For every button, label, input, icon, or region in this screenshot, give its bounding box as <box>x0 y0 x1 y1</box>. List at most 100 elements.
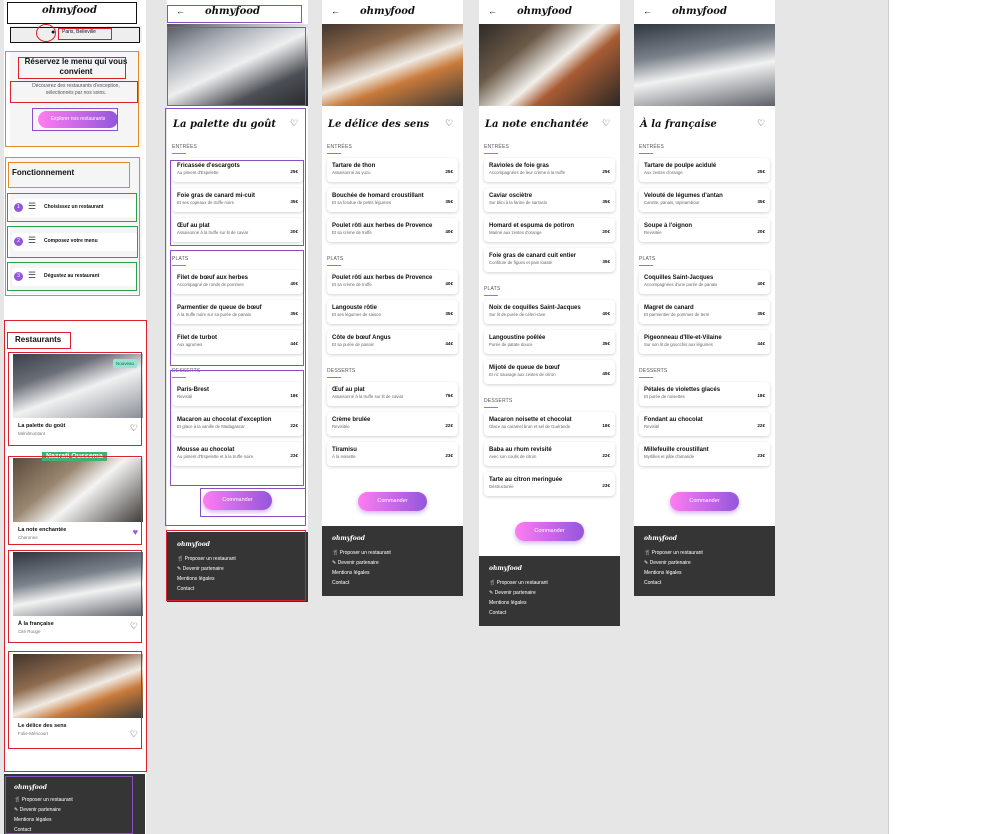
menu-item-card[interactable]: Tiramisu À la noisette 23€ <box>327 442 458 466</box>
order-button[interactable]: Commander <box>670 492 739 511</box>
restaurant-card[interactable]: Nouveau La palette du goût Ménilmontant ♡ <box>13 354 143 442</box>
menu-item-card[interactable]: Pigeonneau d'Ille-et-Vilaine Sur son lit … <box>639 330 770 354</box>
menu-item-card[interactable]: Millefeuille croustillant Myrtilles et pâ… <box>639 442 770 466</box>
menu-item-card[interactable]: Parmentier de queue de bœuf À la truffe n… <box>172 300 303 324</box>
menu-item-card[interactable]: Fondant au chocolat Revisité 22€ <box>639 412 770 436</box>
menu-item-card[interactable]: Ravioles de foie gras Accompagnées de leu… <box>484 158 615 182</box>
menu-item-card[interactable]: Paris-Brest Revisité 18€ <box>172 382 303 406</box>
footer-link-contact[interactable]: Contact <box>489 610 620 616</box>
back-arrow-icon[interactable]: ← <box>643 6 652 16</box>
footer-link-contact[interactable]: Contact <box>332 580 463 586</box>
menu-item-card[interactable]: Fricassée d'escargots Au piment d'Espelet… <box>172 158 303 182</box>
menu-hero-image <box>322 24 463 106</box>
heart-icon[interactable]: ♡ <box>130 424 138 433</box>
menu-item-card[interactable]: Filet de turbot Aux agrumes 44€ <box>172 330 303 354</box>
menu-item-card[interactable]: Mijoté de queue de bœuf Et riz sauvage au… <box>484 360 615 384</box>
menu-item-card[interactable]: Foie gras de canard cuit entier Confiture… <box>484 248 615 272</box>
dish-name: Poulet rôti aux herbes de Provence <box>332 223 433 229</box>
favorite-heart-icon[interactable]: ♡ <box>290 119 299 128</box>
heart-icon[interactable]: ♡ <box>130 622 138 631</box>
footer-link-propose[interactable]: 🍴 Proposer un restaurant <box>644 550 775 556</box>
menu-item-card[interactable]: Foie gras de canard mi-cuit Et ses copeau… <box>172 188 303 212</box>
menu-item-card[interactable]: Macaron au chocolat d'exception Et glace … <box>172 412 303 436</box>
step-number: 1 <box>14 203 23 212</box>
footer-link-legal[interactable]: Mentions légales <box>489 600 620 606</box>
footer-link-propose[interactable]: 🍴 Proposer un restaurant <box>177 556 308 562</box>
back-arrow-icon[interactable]: ← <box>331 6 340 16</box>
order-button[interactable]: Commander <box>358 492 427 511</box>
menu-item-card[interactable]: Filet de bœuf aux herbes Accompagné de ro… <box>172 270 303 294</box>
menu-logo: ohmyfood <box>205 6 260 17</box>
footer-link-legal[interactable]: Mentions légales <box>177 576 308 582</box>
footer-link-propose[interactable]: 🍴 Proposer un restaurant <box>489 580 620 586</box>
menu-item-card[interactable]: Magret de canard Et parmentier de pommes … <box>639 300 770 324</box>
footer-link-label: Proposer un restaurant <box>184 556 236 562</box>
menu-item-card[interactable]: Bouchée de homard croustillant Et sa fond… <box>327 188 458 212</box>
menu-item-card[interactable]: Soupe à l'oignon Revisitée 20€ <box>639 218 770 242</box>
back-arrow-icon[interactable]: ← <box>488 6 497 16</box>
dish-description: Sur blini à la farine de sarrasin <box>489 200 548 205</box>
menu-item-card[interactable]: Mousse au chocolat Au piment d'Espelette … <box>172 442 303 466</box>
menu-item-card[interactable]: Langoustine poêlée Purée de patate douce 3… <box>484 330 615 354</box>
menu-item-card[interactable]: Macaron noisette et chocolat Glace au car… <box>484 412 615 436</box>
footer-link-legal[interactable]: Mentions légales <box>332 570 463 576</box>
footer-link-contact[interactable]: Contact <box>14 827 145 833</box>
footer-link-legal[interactable]: Mentions légales <box>644 570 775 576</box>
menu-item-card[interactable]: Noix de coquilles Saint-Jacques Sur lit d… <box>484 300 615 324</box>
section-underline <box>639 265 653 266</box>
menu-item-card[interactable]: Langouste rôtie Et ses légumes de saison 3… <box>327 300 458 324</box>
footer-link-partner[interactable]: ✎ Devenir partenaire <box>177 566 308 572</box>
explore-button[interactable]: Explorer nos restaurants <box>38 111 118 128</box>
favorite-heart-icon[interactable]: ♡ <box>757 119 766 128</box>
home-frame: ohmyfood ● Paris, Belleville Réservez le… <box>4 0 146 834</box>
footer-link-partner[interactable]: ✎ Devenir partenaire <box>332 560 463 566</box>
menu-item-card[interactable]: Coquilles Saint-Jacques Accompagnées d'un… <box>639 270 770 294</box>
menu-item-card[interactable]: Tartare de thon Assaisonné au yuzu 25€ <box>327 158 458 182</box>
footer-link-partner[interactable]: ✎ Devenir partenaire <box>14 807 145 813</box>
heart-icon[interactable]: ♡ <box>130 730 138 739</box>
section-underline <box>172 153 186 154</box>
restaurant-card[interactable]: La note enchantée Charonne ♥ <box>13 458 143 546</box>
footer-link-partner[interactable]: ✎ Devenir partenaire <box>644 560 775 566</box>
favorite-heart-icon[interactable]: ♡ <box>602 119 611 128</box>
dish-name: Pigeonneau d'Ille-et-Vilaine <box>644 335 722 341</box>
menu-item-card[interactable]: Homard et espuma de potiron Mariné aux ze… <box>484 218 615 242</box>
dish-price: 23€ <box>445 453 453 458</box>
footer-link-legal[interactable]: Mentions légales <box>14 817 145 823</box>
restaurant-area: Folie-Méricourt <box>18 731 49 736</box>
dish-name: Foie gras de canard mi-cuit <box>177 193 256 199</box>
order-button[interactable]: Commander <box>203 491 272 510</box>
menu-item-card[interactable]: Côte de bœuf Angus Et sa purée de panais 4… <box>327 330 458 354</box>
footer-link-contact[interactable]: Contact <box>644 580 775 586</box>
footer-link-partner[interactable]: ✎ Devenir partenaire <box>489 590 620 596</box>
step-card: 1 ☰ Choisissez un restaurant <box>12 199 138 217</box>
menu-item-card[interactable]: Baba au rhum revisité Avec son coulis de … <box>484 442 615 466</box>
step-icon: ☰ <box>28 201 37 211</box>
menu-logo: ohmyfood <box>360 6 415 17</box>
menu-item-card[interactable]: Œuf au plat Assaisonné à la truffe sur li… <box>172 218 303 242</box>
right-scrollbar-area[interactable] <box>888 0 988 834</box>
dish-description: Et sa purée de panais <box>332 342 374 347</box>
menu-item-card[interactable]: Crème brulée Revisitée 22€ <box>327 412 458 436</box>
restaurant-image[interactable] <box>13 458 143 522</box>
menu-item-card[interactable]: Pétales de violettes glacés Et purée de n… <box>639 382 770 406</box>
footer-link-propose[interactable]: 🍴 Proposer un restaurant <box>14 797 145 803</box>
restaurant-card[interactable]: Le délice des sens Folie-Méricourt ♡ <box>13 654 143 748</box>
footer-link-contact[interactable]: Contact <box>177 586 308 592</box>
dish-name: Poulet rôti aux herbes de Provence <box>332 275 433 281</box>
menu-item-card[interactable]: Tartare de poulpe acidulé Aux zestes d'or… <box>639 158 770 182</box>
restaurant-card[interactable]: À la française Cité Rouge ♡ <box>13 552 143 640</box>
heart-icon[interactable]: ♥ <box>133 528 138 537</box>
menu-item-card[interactable]: Caviar osciètre Sur blini à la farine de … <box>484 188 615 212</box>
order-button[interactable]: Commander <box>515 522 584 541</box>
menu-item-card[interactable]: Œuf au plat Assaisonné à la truffe sur li… <box>327 382 458 406</box>
restaurant-image[interactable] <box>13 654 143 718</box>
footer-link-propose[interactable]: 🍴 Proposer un restaurant <box>332 550 463 556</box>
menu-item-card[interactable]: Poulet rôti aux herbes de Provence Et sa … <box>327 218 458 242</box>
menu-item-card[interactable]: Tarte au citron meringuée Déstructurée 23€ <box>484 472 615 496</box>
menu-item-card[interactable]: Velouté de légumes d'antan Carotte, panai… <box>639 188 770 212</box>
menu-item-card[interactable]: Poulet rôti aux herbes de Provence Et sa … <box>327 270 458 294</box>
back-arrow-icon[interactable]: ← <box>176 6 185 16</box>
favorite-heart-icon[interactable]: ♡ <box>445 119 454 128</box>
restaurant-image[interactable] <box>13 552 143 616</box>
